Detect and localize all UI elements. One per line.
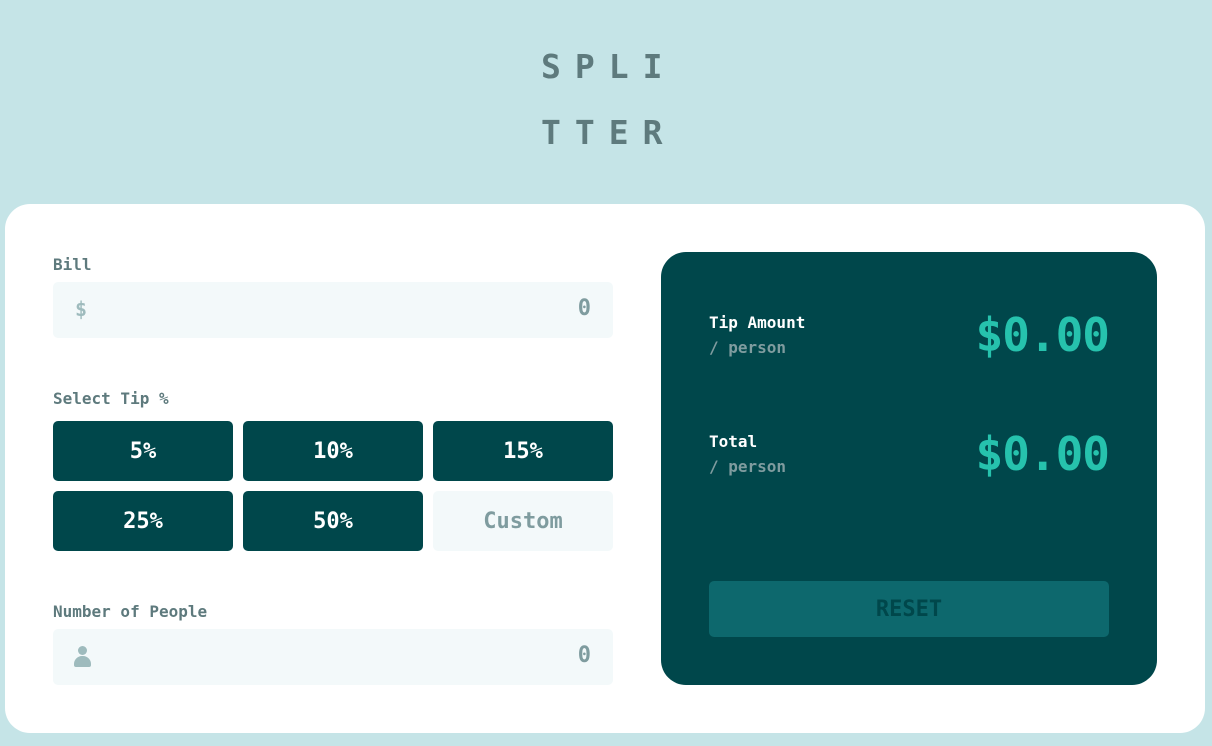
tip-button-50[interactable]: 50% bbox=[243, 491, 423, 551]
number-of-people-label: Number of People bbox=[53, 602, 208, 621]
bill-label: Bill bbox=[53, 255, 92, 274]
calculator-card: Bill $ 0 Select Tip % 5% 10% 15% 25% 50%… bbox=[5, 204, 1205, 733]
custom-tip-input[interactable]: Custom bbox=[433, 491, 613, 551]
tip-amount-label: Tip Amount bbox=[709, 313, 806, 332]
dollar-icon: $ bbox=[75, 297, 88, 321]
bill-value: 0 bbox=[577, 296, 591, 321]
total-label: Total bbox=[709, 432, 758, 451]
bill-input[interactable]: $ 0 bbox=[53, 282, 613, 338]
people-value: 0 bbox=[577, 643, 591, 668]
tip-button-10[interactable]: 10% bbox=[243, 421, 423, 481]
app-logo: SPLITTER bbox=[541, 47, 677, 152]
tip-button-15[interactable]: 15% bbox=[433, 421, 613, 481]
total-per-person-label: / person bbox=[709, 457, 787, 476]
people-input[interactable]: 0 bbox=[53, 629, 613, 685]
tip-button-5[interactable]: 5% bbox=[53, 421, 233, 481]
tip-amount-value: $0.00 bbox=[975, 308, 1110, 362]
results-panel: Tip Amount / person $0.00 Total / person… bbox=[661, 252, 1157, 685]
tip-button-25[interactable]: 25% bbox=[53, 491, 233, 551]
tip-amount-per-person-label: / person bbox=[709, 338, 787, 357]
total-value: $0.00 bbox=[975, 427, 1110, 481]
person-icon bbox=[74, 646, 91, 668]
select-tip-label: Select Tip % bbox=[53, 389, 169, 408]
reset-button[interactable]: RESET bbox=[709, 581, 1109, 637]
